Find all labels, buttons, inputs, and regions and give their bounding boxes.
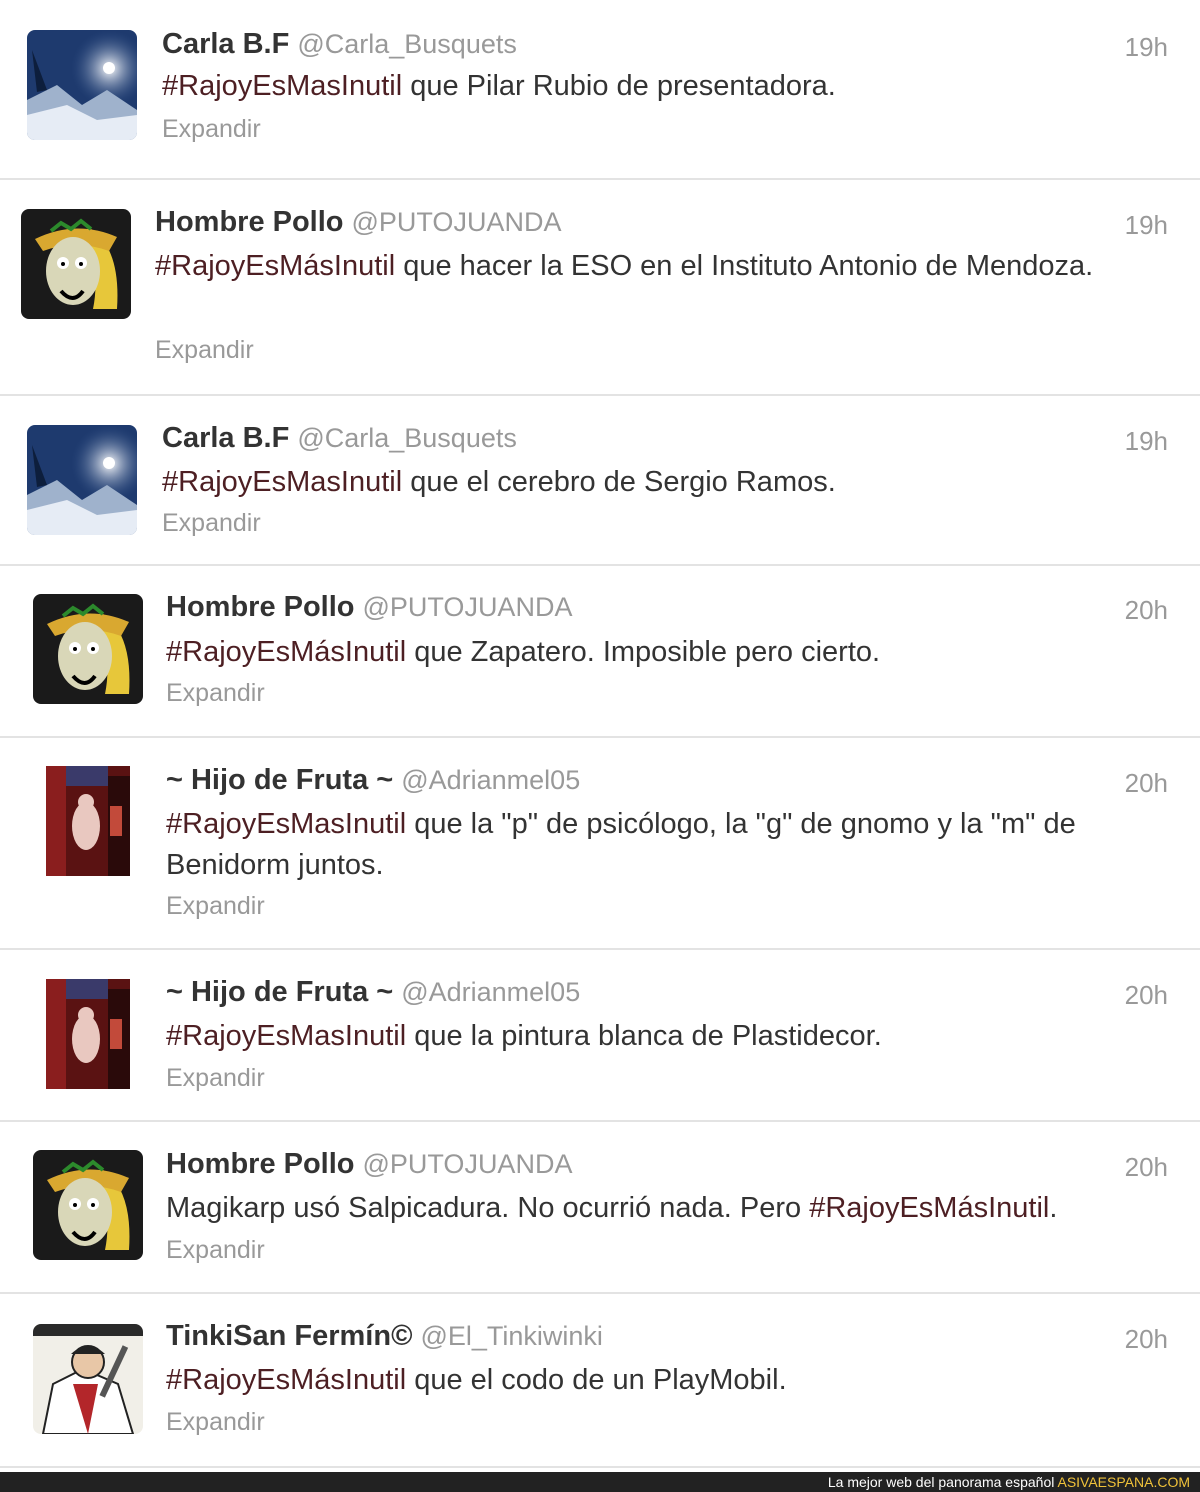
tweet-timestamp[interactable]: 19h [1125,210,1168,241]
tweet-text: #RajoyEsMásInutil que Zapatero. Imposibl… [166,632,1160,673]
avatar[interactable] [27,425,137,535]
hashtag-link[interactable]: #RajoyEsMásInutil [809,1192,1049,1224]
user-handle[interactable]: @PUTOJUANDA [363,592,573,622]
tweet-header: Carla B.F @Carla_Busquets [162,422,517,455]
hashtag-link[interactable]: #RajoyEsMasInutil [166,808,406,840]
tweet-text: #RajoyEsMasInutil que la pintura blanca … [166,1016,1160,1057]
expand-link[interactable]: Expandir [166,1236,265,1265]
tweet-header: ~ Hijo de Fruta ~ @Adrianmel05 [166,976,580,1009]
user-handle[interactable]: @Adrianmel05 [401,977,580,1007]
user-handle[interactable]: @El_Tinkiwinki [420,1321,602,1351]
tweet[interactable]: ~ Hijo de Fruta ~ @Adrianmel05 20h #RajoyEs… [0,738,1200,950]
tweet[interactable]: ~ Hijo de Fruta ~ @Adrianmel05 20h #RajoyEs… [0,950,1200,1122]
tweet-text: #RajoyEsMasInutil que la "p" de psicólog… [166,804,1160,886]
tweet-text: #RajoyEsMasInutil que Pilar Rubio de pre… [162,66,1160,107]
user-name[interactable]: Carla B.F [162,422,289,454]
user-name[interactable]: ~ Hijo de Fruta ~ [166,764,393,796]
tweet-timestamp[interactable]: 20h [1125,768,1168,799]
night-sky-icon [27,30,137,140]
hashtag-link[interactable]: #RajoyEsMasInutil [162,466,402,498]
tweet-header: ~ Hijo de Fruta ~ @Adrianmel05 [166,764,580,797]
tweet-text-after: que el cerebro de Sergio Ramos. [402,466,836,498]
user-name[interactable]: ~ Hijo de Fruta ~ [166,976,393,1008]
user-handle[interactable]: @Carla_Busquets [297,423,517,453]
user-name[interactable]: TinkiSan Fermín© [166,1320,412,1352]
hashtag-link[interactable]: #RajoyEsMásInutil [166,1364,406,1396]
tweet-header: Hombre Pollo @PUTOJUANDA [155,206,561,239]
tweet-text-before: Magikarp usó Salpicadura. No ocurrió nad… [166,1192,810,1224]
red-room-figure-icon [46,979,130,1089]
expand-link[interactable]: Expandir [162,115,261,144]
footer-site-name[interactable]: ASIVAESPANA.COM [1057,1474,1190,1490]
tweet[interactable]: TinkiSan Fermín© @El_Tinkiwinki 20h #RajoyE… [0,1294,1200,1468]
expand-link[interactable]: Expandir [162,509,261,538]
user-handle[interactable]: @PUTOJUANDA [363,1149,573,1179]
tweet-text-after: que Pilar Rubio de presentadora. [402,70,836,102]
tweet-header: TinkiSan Fermín© @El_Tinkiwinki [166,1320,603,1353]
tweet[interactable]: Hombre Pollo @PUTOJUANDA 19h #RajoyEsMásInu… [0,180,1200,396]
tweet-timestamp[interactable]: 20h [1125,1324,1168,1355]
footer-tagline: La mejor web del panorama español [827,1474,1055,1490]
expand-link[interactable]: Expandir [166,1064,265,1093]
user-handle[interactable]: @PUTOJUANDA [352,207,562,237]
comic-character-icon [33,1324,143,1434]
tweet-header: Hombre Pollo @PUTOJUANDA [166,1148,572,1181]
hashtag-link[interactable]: #RajoyEsMásInutil [155,250,395,282]
hashtag-link[interactable]: #RajoyEsMásInutil [166,636,406,668]
cartoon-face-icon [21,209,131,319]
tweet-text-after: que hacer la ESO en el Instituto Antonio… [395,250,1094,282]
avatar[interactable] [27,30,137,140]
avatar[interactable] [46,979,130,1089]
user-name[interactable]: Hombre Pollo [166,1148,355,1180]
tweet-header: Hombre Pollo @PUTOJUANDA [166,591,572,624]
tweet[interactable]: Carla B.F @Carla_Busquets 19h #RajoyEsMasIn… [0,396,1200,566]
tweet-text: #RajoyEsMásInutil que el codo de un Play… [166,1360,1160,1401]
tweet-timestamp[interactable]: 20h [1125,980,1168,1011]
avatar[interactable] [46,766,130,876]
cartoon-face-icon [33,1150,143,1260]
tweet-text-after: que la pintura blanca de Plastidecor. [406,1020,882,1052]
tweet-text: Magikarp usó Salpicadura. No ocurrió nad… [166,1188,1160,1229]
user-name[interactable]: Hombre Pollo [166,591,355,623]
tweet-timestamp[interactable]: 20h [1125,595,1168,626]
expand-link[interactable]: Expandir [166,892,265,921]
user-handle[interactable]: @Adrianmel05 [401,765,580,795]
hashtag-link[interactable]: #RajoyEsMasInutil [162,70,402,102]
tweet-text: #RajoyEsMasInutil que el cerebro de Serg… [162,462,1160,503]
user-handle[interactable]: @Carla_Busquets [297,29,517,59]
red-room-figure-icon [46,766,130,876]
tweet-timestamp[interactable]: 20h [1125,1152,1168,1183]
hashtag-link[interactable]: #RajoyEsMasInutil [166,1020,406,1052]
expand-link[interactable]: Expandir [166,1408,265,1437]
tweet-timeline: Carla B.F @Carla_Busquets 19h #RajoyEsMasIn… [0,0,1200,1472]
avatar[interactable] [33,594,143,704]
tweet-text-after: que Zapatero. Imposible pero cierto. [406,636,881,668]
tweet-header: Carla B.F @Carla_Busquets [162,28,517,61]
tweet-text-after: . [1049,1192,1058,1224]
expand-link[interactable]: Expandir [155,336,254,365]
tweet-text-after: que el codo de un PlayMobil. [406,1364,787,1396]
avatar[interactable] [21,209,131,319]
expand-link[interactable]: Expandir [166,679,265,708]
avatar[interactable] [33,1150,143,1260]
avatar[interactable] [33,1324,143,1434]
tweet[interactable]: Hombre Pollo @PUTOJUANDA 20h #RajoyEsMásInu… [0,566,1200,738]
cartoon-face-icon [33,594,143,704]
night-sky-icon [27,425,137,535]
site-footer: La mejor web del panorama español ASIVAE… [0,1472,1200,1492]
tweet-timestamp[interactable]: 19h [1125,426,1168,457]
tweet-timestamp[interactable]: 19h [1125,32,1168,63]
user-name[interactable]: Hombre Pollo [155,206,344,238]
user-name[interactable]: Carla B.F [162,28,289,60]
tweet-text: #RajoyEsMásInutil que hacer la ESO en el… [155,246,1160,287]
tweet[interactable]: Carla B.F @Carla_Busquets 19h #RajoyEsMasIn… [0,0,1200,180]
tweet[interactable]: Hombre Pollo @PUTOJUANDA 20h Magikarp usó S… [0,1122,1200,1294]
